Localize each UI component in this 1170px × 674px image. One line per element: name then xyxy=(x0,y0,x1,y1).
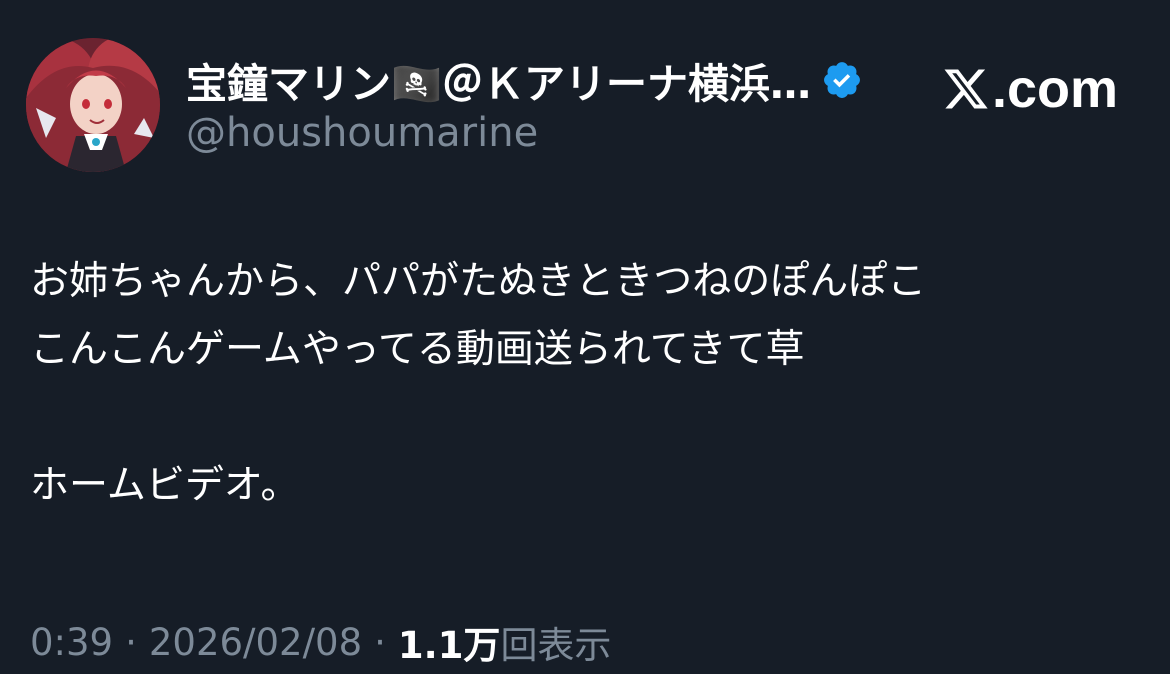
tweet-card: 宝鐘マリン🏴‍☠️＠Ｋアリーナ横浜… @houshoumarine .com お… xyxy=(0,0,1170,674)
author-handle[interactable]: @houshoumarine xyxy=(186,110,538,156)
site-logo[interactable]: .com xyxy=(942,60,1118,118)
avatar-image xyxy=(26,38,160,172)
tweet-line: お姉ちゃんから、パパがたぬきときつねのぽんぽこ xyxy=(30,259,927,304)
author-name-row[interactable]: 宝鐘マリン🏴‍☠️＠Ｋアリーナ横浜… xyxy=(186,52,863,108)
tweet-meta: 0:39 · 2026/02/08 · 1.1万 回表示 xyxy=(30,614,611,670)
author-display-name[interactable]: 宝鐘マリン🏴‍☠️＠Ｋアリーナ横浜… xyxy=(186,50,811,110)
tweet-time[interactable]: 0:39 xyxy=(30,621,113,664)
views-label: 回表示 xyxy=(500,624,612,667)
meta-separator: · xyxy=(374,620,386,664)
tweet-line: ホームビデオ。 xyxy=(30,463,300,508)
meta-separator: · xyxy=(125,620,137,664)
tweet-text: お姉ちゃんから、パパがたぬきときつねのぽんぽこ こんこんゲームやってる動画送られ… xyxy=(30,248,1140,520)
x-logo-icon xyxy=(942,65,990,113)
views-count[interactable]: 1.1万 xyxy=(398,615,501,669)
tweet-line: こんこんゲームやってる動画送られてきて草 xyxy=(30,327,805,372)
author-avatar[interactable] xyxy=(26,38,160,172)
verified-badge-icon xyxy=(821,59,863,101)
tweet-date[interactable]: 2026/02/08 xyxy=(149,621,362,664)
site-domain: .com xyxy=(991,59,1118,119)
